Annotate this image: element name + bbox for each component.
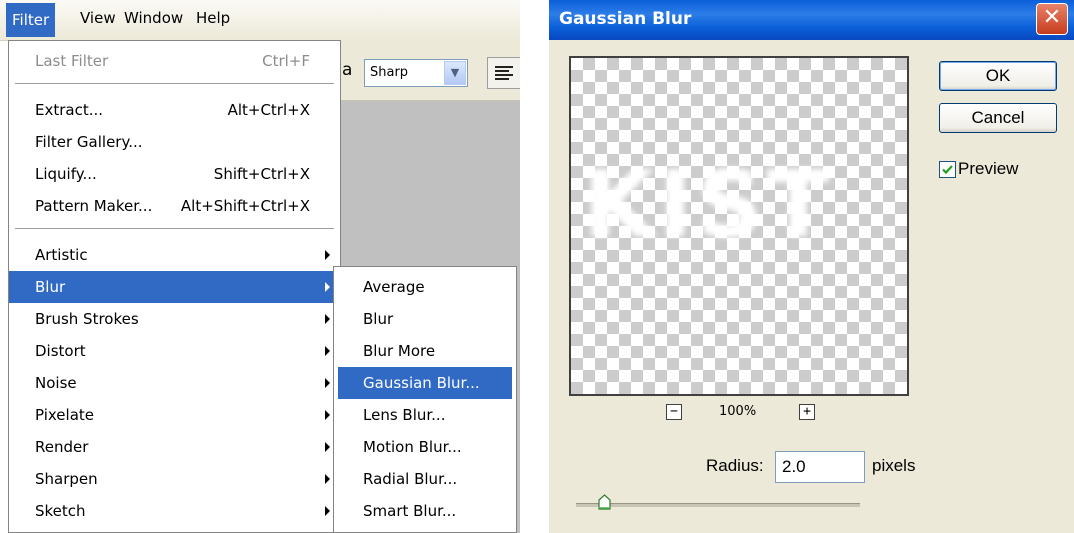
dialog-title: Gaussian Blur (559, 9, 692, 29)
menu-item-artistic[interactable]: Artistic (9, 239, 340, 271)
close-icon[interactable]: ✕ (1036, 3, 1068, 35)
menu-item-filter-gallery[interactable]: Filter Gallery... (9, 126, 340, 158)
preview-area[interactable]: KIST (569, 56, 909, 396)
menu-separator (15, 83, 334, 85)
submenu-item-average[interactable]: Average (338, 271, 512, 303)
submenu-item-blur[interactable]: Blur (338, 303, 512, 335)
submenu-item-gaussian-blur[interactable]: Gaussian Blur... (338, 367, 512, 399)
antialias-icon: a (342, 60, 353, 80)
menu-item-shortcut: Alt+Ctrl+X (227, 101, 310, 119)
cancel-button[interactable]: Cancel (939, 103, 1057, 133)
menu-item-label: Brush Strokes (35, 310, 139, 328)
antialias-value: Sharp (370, 65, 409, 80)
menu-bar: Filter View Window Help (0, 0, 520, 41)
menu-help[interactable]: Help (196, 9, 230, 27)
submenu-item-label: Radial Blur... (363, 470, 458, 488)
submenu-arrow-icon (325, 378, 330, 388)
preview-label[interactable]: Preview (958, 159, 1018, 179)
gaussian-blur-dialog: Gaussian Blur ✕ KIST OK Cancel Preview −… (549, 0, 1074, 533)
menu-item-label: Noise (35, 374, 77, 392)
submenu-item-label: Blur (363, 310, 394, 328)
menu-item-label: Sketch (35, 502, 86, 520)
filter-menu: Last Filter Ctrl+F Extract... Alt+Ctrl+X… (8, 40, 341, 533)
menu-item-last-filter: Last Filter Ctrl+F (9, 45, 340, 77)
submenu-arrow-icon (325, 442, 330, 452)
menu-item-label: Liquify... (35, 165, 97, 183)
ok-button[interactable]: OK (939, 61, 1057, 91)
menu-item-liquify[interactable]: Liquify... Shift+Ctrl+X (9, 158, 340, 190)
menu-item-label: Blur (35, 278, 66, 296)
antialias-select[interactable]: Sharp ▼ (364, 59, 468, 87)
menu-item-label: Filter Gallery... (35, 133, 143, 151)
menu-item-label: Distort (35, 342, 86, 360)
preview-blurred-text: KIST (583, 151, 834, 258)
menu-item-sketch[interactable]: Sketch (9, 495, 340, 527)
submenu-arrow-icon (325, 314, 330, 324)
submenu-item-lens-blur[interactable]: Lens Blur... (338, 399, 512, 431)
submenu-item-smart-blur[interactable]: Smart Blur... (338, 495, 512, 527)
submenu-item-label: Smart Blur... (363, 502, 457, 520)
radius-unit-label: pixels (872, 456, 916, 475)
menu-item-blur[interactable]: Blur (9, 271, 340, 303)
submenu-item-label: Lens Blur... (363, 406, 446, 424)
submenu-arrow-icon (325, 474, 330, 484)
submenu-item-label: Blur More (363, 342, 436, 360)
submenu-arrow-icon (325, 506, 330, 516)
menu-item-noise[interactable]: Noise (9, 367, 340, 399)
menu-item-pattern-maker[interactable]: Pattern Maker... Alt+Shift+Ctrl+X (9, 190, 340, 222)
photoshop-filter-menu-screenshot: Filter View Window Help a Sharp ▼ Last F… (0, 0, 520, 533)
submenu-item-label: Gaussian Blur... (363, 374, 480, 392)
menu-item-extract[interactable]: Extract... Alt+Ctrl+X (9, 94, 340, 126)
menu-item-shortcut: Shift+Ctrl+X (213, 165, 310, 183)
menu-item-shortcut: Ctrl+F (262, 52, 310, 70)
submenu-arrow-icon (325, 410, 330, 420)
menu-item-label: Extract... (35, 101, 104, 119)
submenu-item-label: Motion Blur... (363, 438, 462, 456)
submenu-item-blur-more[interactable]: Blur More (338, 335, 512, 367)
submenu-arrow-icon (325, 250, 330, 260)
menu-item-label: Sharpen (35, 470, 98, 488)
align-left-button[interactable] (487, 57, 520, 89)
submenu-item-motion-blur[interactable]: Motion Blur... (338, 431, 512, 463)
submenu-arrow-icon (325, 346, 330, 356)
radius-slider-thumb[interactable] (598, 494, 611, 510)
menu-view[interactable]: View (80, 9, 116, 27)
menu-separator (15, 228, 334, 230)
menu-item-brush-strokes[interactable]: Brush Strokes (9, 303, 340, 335)
dialog-titlebar[interactable]: Gaussian Blur ✕ (549, 0, 1074, 40)
menu-filter[interactable]: Filter (6, 3, 56, 37)
radius-input[interactable] (775, 451, 865, 483)
menu-item-label: Pixelate (35, 406, 94, 424)
submenu-arrow-icon (325, 282, 330, 292)
submenu-item-radial-blur[interactable]: Radial Blur... (338, 463, 512, 495)
menu-item-pixelate[interactable]: Pixelate (9, 399, 340, 431)
zoom-in-button[interactable]: + (799, 404, 815, 420)
submenu-item-label: Average (363, 278, 425, 296)
menu-item-label: Artistic (35, 246, 88, 264)
blur-submenu: Average Blur Blur More Gaussian Blur... … (333, 266, 517, 533)
chevron-down-icon[interactable]: ▼ (444, 61, 466, 85)
menu-item-label: Last Filter (35, 52, 109, 70)
zoom-level: 100% (719, 404, 757, 419)
checkmark-icon (942, 165, 953, 175)
radius-slider-track[interactable] (576, 503, 860, 507)
preview-checkbox[interactable] (939, 161, 956, 178)
menu-item-label: Pattern Maker... (35, 197, 153, 215)
menu-window[interactable]: Window (124, 9, 183, 27)
menu-item-render[interactable]: Render (9, 431, 340, 463)
radius-label: Radius: (706, 456, 764, 475)
menu-item-label: Render (35, 438, 89, 456)
menu-item-shortcut: Alt+Shift+Ctrl+X (180, 197, 310, 215)
zoom-out-button[interactable]: − (666, 404, 682, 420)
menu-item-sharpen[interactable]: Sharpen (9, 463, 340, 495)
menu-item-distort[interactable]: Distort (9, 335, 340, 367)
